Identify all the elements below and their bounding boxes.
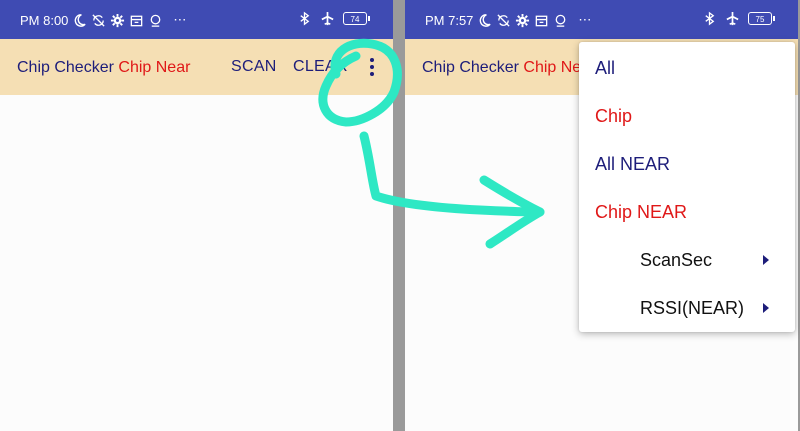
menu-item-label: Chip NEAR [595, 202, 688, 222]
menu-item-scansec[interactable]: ScanSec [579, 236, 795, 284]
overflow-menu-icon[interactable] [362, 54, 382, 80]
more-notifications-icon: ⋯ [578, 12, 592, 27]
bluetooth-icon [300, 11, 310, 26]
app-title-accent: Chip Ne [523, 59, 582, 76]
overflow-menu: All Chip All NEAR Chip NEAR ScanSec RSSI… [579, 42, 795, 332]
status-bar: PM 8:00 ⋯ 74 [0, 0, 393, 39]
app-title-accent: Chip Near [118, 59, 191, 76]
menu-item-label: RSSI(NEAR) [640, 298, 745, 318]
submenu-arrow-icon [763, 255, 769, 265]
more-notifications-icon: ⋯ [173, 12, 187, 27]
status-time: PM 8:00 [20, 12, 69, 28]
location-icon [556, 14, 566, 27]
menu-item-chip[interactable]: Chip [579, 92, 795, 140]
app-bar: Chip Checker Chip Near SCAN CLEAR [0, 39, 393, 95]
gear-icon [516, 13, 530, 27]
moon-icon [75, 13, 87, 27]
menu-item-label: All NEAR [595, 154, 671, 174]
location-icon [151, 14, 161, 27]
gear-icon [111, 13, 125, 27]
calendar-icon [131, 15, 143, 26]
airplane-icon [726, 11, 739, 26]
battery-icon: 74 [343, 12, 370, 25]
submenu-arrow-icon [763, 303, 769, 313]
app-title: Chip Checker Chip Near [17, 59, 190, 77]
clear-button[interactable]: CLEAR [293, 58, 348, 76]
sync-off-icon [497, 13, 511, 27]
left-screen: PM 8:00 ⋯ 74 Chip Checker Chip Near SCAN… [0, 0, 393, 431]
moon-icon [480, 13, 492, 27]
sync-off-icon [92, 13, 106, 27]
menu-item-label: ScanSec [640, 250, 713, 270]
menu-item-label: Chip [595, 106, 633, 126]
scan-button[interactable]: SCAN [231, 58, 277, 76]
calendar-icon [536, 15, 548, 26]
battery-icon: 75 [748, 12, 775, 25]
menu-item-label: All [595, 58, 616, 78]
app-title: Chip Checker Chip Ne [422, 59, 581, 77]
menu-item-all[interactable]: All [579, 44, 795, 92]
content-area [0, 95, 393, 431]
status-bar: PM 7:57 ⋯ 75 [405, 0, 798, 39]
app-title-primary: Chip Checker [422, 59, 519, 76]
airplane-icon [321, 11, 334, 26]
bluetooth-icon [705, 11, 715, 26]
status-time: PM 7:57 [425, 12, 474, 28]
menu-item-all-near[interactable]: All NEAR [579, 140, 795, 188]
menu-item-rssi-near[interactable]: RSSI(NEAR) [579, 284, 795, 332]
menu-item-chip-near[interactable]: Chip NEAR [579, 188, 795, 236]
app-title-primary: Chip Checker [17, 59, 114, 76]
